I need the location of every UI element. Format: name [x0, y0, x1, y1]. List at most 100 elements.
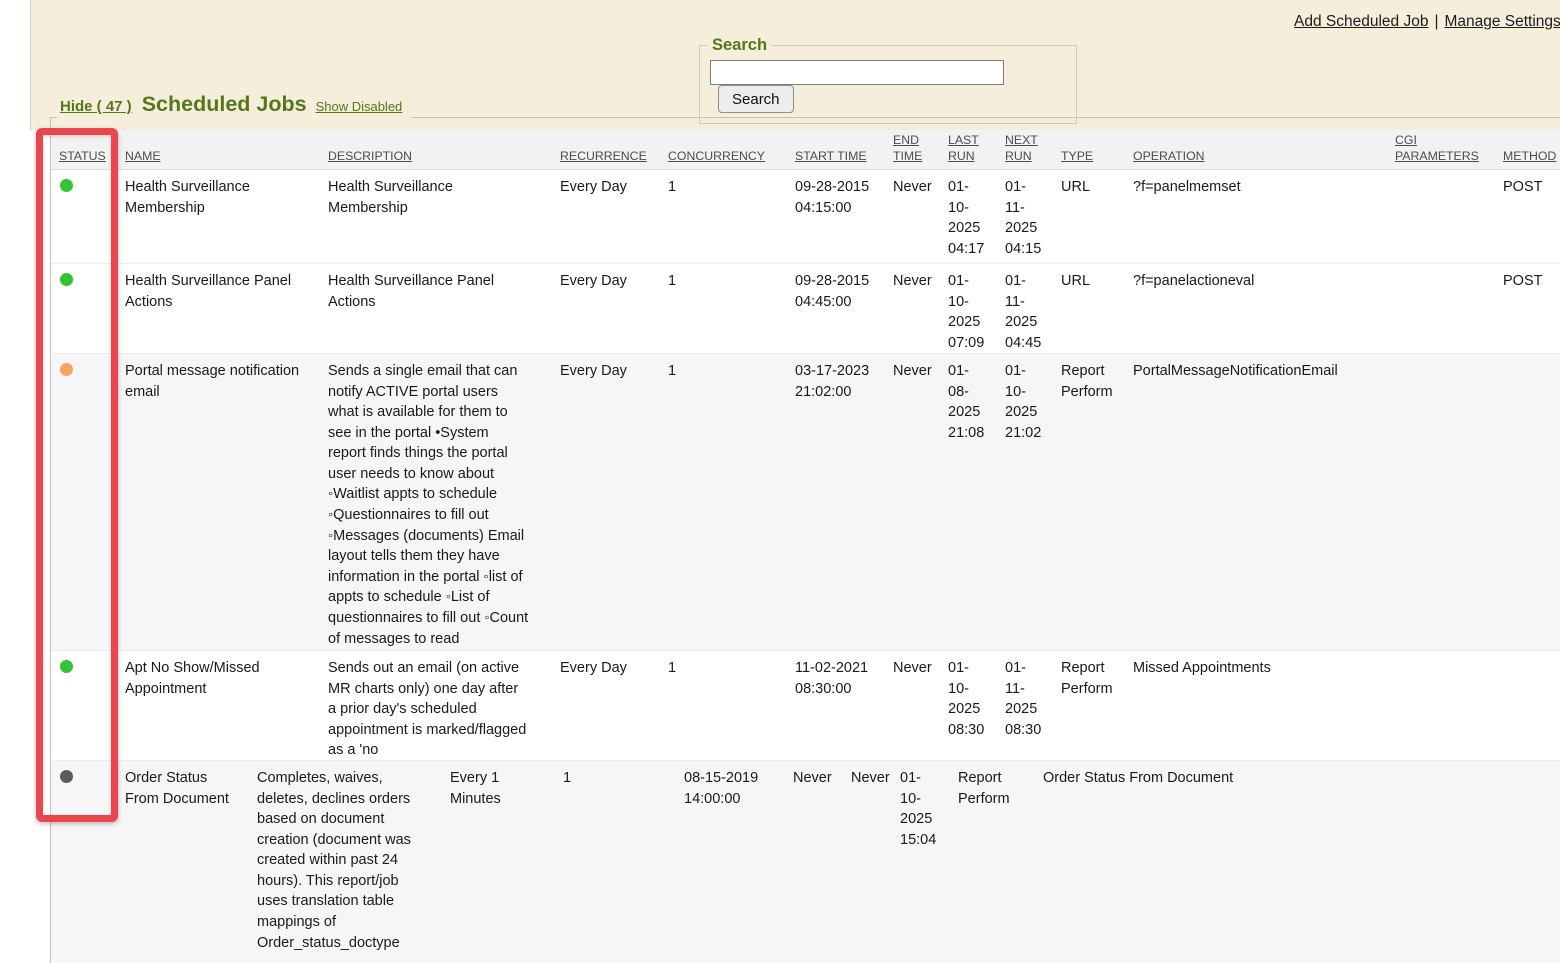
status-cell [51, 170, 125, 263]
add-scheduled-job-link[interactable]: Add Scheduled Job [1294, 13, 1428, 30]
type-cell: Report Perform [1061, 651, 1133, 760]
type-cell: URL [1061, 170, 1133, 263]
search-input[interactable] [710, 60, 1004, 85]
search-panel: Search Search [699, 36, 1077, 124]
next-run-cell: 01-10-2025 21:02 [1005, 354, 1061, 650]
table-row[interactable]: Portal message notification email Sends … [51, 353, 1560, 650]
end-time-cell: Never [893, 264, 948, 353]
end-time-cell: Never [793, 761, 851, 963]
last-run-cell: Never [851, 761, 900, 963]
method-cell: POST [1503, 170, 1560, 263]
recurrence-cell: Every 1 Minutes [450, 761, 563, 963]
type-cell: Report Perform [1061, 354, 1133, 650]
concurrency-cell: 1 [563, 761, 684, 963]
show-disabled-link[interactable]: Show Disabled [316, 99, 403, 114]
description-cell: Health Surveillance Panel Actions [328, 264, 560, 353]
operation-cell: Missed Appointments [1133, 651, 1395, 760]
start-time-cell: 08-15-2019 14:00:00 [684, 761, 793, 963]
jobs-panel-legend: Hide ( 47 ) Scheduled Jobs Show Disabled [57, 92, 411, 120]
status-cell [51, 761, 125, 963]
start-time-cell: 11-02-2021 08:30:00 [795, 651, 893, 760]
method-cell [1503, 651, 1560, 760]
column-header-recurrence: RECURRENCE [560, 130, 668, 169]
recurrence-cell: Every Day [560, 170, 668, 263]
cgi-parameters-cell [1395, 761, 1503, 963]
next-run-cell: 01-11-2025 04:15 [1005, 170, 1061, 263]
column-header-type: TYPE [1061, 130, 1133, 169]
start-time-cell: 09-28-2015 04:15:00 [795, 170, 893, 263]
column-header-last-run: LAST RUN [948, 130, 1005, 169]
cgi-parameters-cell [1395, 354, 1503, 650]
recurrence-cell: Every Day [560, 354, 668, 650]
next-run-cell: 01-10-2025 15:04 [900, 761, 958, 963]
cgi-parameters-cell [1395, 651, 1503, 760]
name-cell: Health Surveillance Panel Actions [125, 264, 328, 353]
last-run-cell: 01-10-2025 08:30 [948, 651, 1005, 760]
name-cell: Order Status From Document [125, 761, 257, 963]
table-header-row: STATUS NAME DESCRIPTION RECURRENCE CONCU… [51, 130, 1560, 170]
scheduled-jobs-page: Add Scheduled Job | Manage Settings Search… [0, 0, 1560, 963]
column-header-cgi-parameters: CGI PARAMETERS [1395, 130, 1503, 169]
concurrency-cell: 1 [668, 264, 795, 353]
operation-cell: PortalMessageNotificationEmail [1133, 354, 1395, 650]
end-time-cell: Never [893, 651, 948, 760]
next-run-cell: 01-11-2025 08:30 [1005, 651, 1061, 760]
status-dot-orange [60, 363, 73, 376]
column-header-next-run: NEXT RUN [1005, 130, 1061, 169]
status-dot-gray [60, 770, 73, 783]
end-time-cell: Never [893, 354, 948, 650]
last-run-cell: 01-08-2025 21:08 [948, 354, 1005, 650]
status-cell [51, 264, 125, 353]
column-header-start-time: START TIME [795, 130, 893, 169]
status-dot-green [60, 660, 73, 673]
link-separator: | [1434, 13, 1438, 30]
operation-cell: ?f=panelactioneval [1133, 264, 1395, 353]
status-cell [51, 651, 125, 760]
end-time-cell: Never [893, 170, 948, 263]
page-title: Scheduled Jobs [142, 92, 307, 117]
name-cell: Portal message notification email [125, 354, 328, 650]
search-panel-legend: Search [708, 36, 771, 55]
next-run-cell: 01-11-2025 04:45 [1005, 264, 1061, 353]
column-header-concurrency: CONCURRENCY [668, 130, 795, 169]
last-run-cell: 01-10-2025 07:09 [948, 264, 1005, 353]
status-cell [51, 354, 125, 650]
last-run-cell: 01-10-2025 04:17 [948, 170, 1005, 263]
search-button[interactable]: Search [718, 85, 794, 113]
method-cell: POST [1503, 264, 1560, 353]
jobs-panel: STATUS NAME DESCRIPTION RECURRENCE CONCU… [50, 117, 1560, 963]
recurrence-cell: Every Day [560, 651, 668, 760]
column-header-description: DESCRIPTION [328, 130, 560, 169]
table-row[interactable]: Apt No Show/Missed Appointment Sends out… [51, 650, 1560, 760]
start-time-cell: 03-17-2023 21:02:00 [795, 354, 893, 650]
table-row[interactable]: Health Surveillance Membership Health Su… [51, 170, 1560, 263]
name-cell: Health Surveillance Membership [125, 170, 328, 263]
operation-cell: Order Status From Document [1043, 761, 1395, 963]
scheduled-jobs-table: STATUS NAME DESCRIPTION RECURRENCE CONCU… [51, 130, 1560, 963]
start-time-cell: 09-28-2015 04:45:00 [795, 264, 893, 353]
cgi-parameters-cell [1395, 264, 1503, 353]
description-cell: Completes, waives, deletes, declines ord… [257, 761, 450, 963]
table-row[interactable]: Health Surveillance Panel Actions Health… [51, 263, 1560, 353]
hide-count-link[interactable]: Hide ( 47 ) [60, 98, 132, 115]
recurrence-cell: Every Day [560, 264, 668, 353]
column-header-operation: OPERATION [1133, 130, 1395, 169]
manage-settings-link[interactable]: Manage Settings [1444, 13, 1560, 30]
description-cell: Health Surveillance Membership [328, 170, 560, 263]
description-cell: Sends a single email that can notify ACT… [328, 354, 560, 650]
top-links: Add Scheduled Job | Manage Settings [1294, 13, 1560, 31]
description-cell: Sends out an email (on active MR charts … [328, 651, 560, 760]
concurrency-cell: 1 [668, 170, 795, 263]
type-cell: Report Perform [958, 761, 1043, 963]
method-cell [1503, 354, 1560, 650]
operation-cell: ?f=panelmemset [1133, 170, 1395, 263]
cgi-parameters-cell [1395, 170, 1503, 263]
concurrency-cell: 1 [668, 354, 795, 650]
method-cell [1503, 761, 1560, 963]
concurrency-cell: 1 [668, 651, 795, 760]
status-dot-green [60, 179, 73, 192]
column-header-name: NAME [125, 130, 328, 169]
column-header-status: STATUS [51, 130, 125, 169]
column-header-method: METHOD [1503, 130, 1560, 169]
table-row[interactable]: Order Status From Document Completes, wa… [51, 760, 1560, 963]
